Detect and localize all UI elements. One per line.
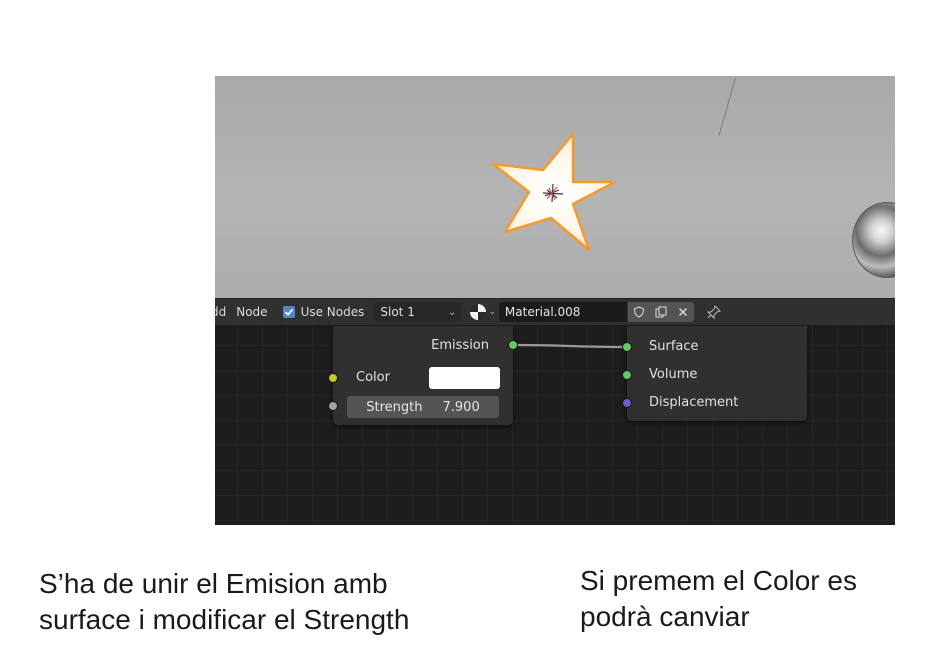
slot-dropdown[interactable]: Slot 1 ⌄ xyxy=(374,302,463,322)
color-swatch[interactable] xyxy=(429,367,500,389)
unlink-x-icon xyxy=(678,307,687,317)
emission-output-socket[interactable] xyxy=(508,340,518,350)
emission-node[interactable]: Emission Color Strength 7.900 xyxy=(328,326,518,425)
checkbox-icon xyxy=(284,308,293,316)
caption-right-line1: Si premem el Color es xyxy=(580,565,857,596)
displacement-input-socket[interactable] xyxy=(622,398,632,408)
volume-label: Volume xyxy=(649,367,698,382)
hdri-sphere xyxy=(852,202,895,278)
duplicate-icon xyxy=(655,306,667,318)
unlink-material-button[interactable] xyxy=(671,302,694,322)
background-line xyxy=(718,77,736,136)
slot-value: Slot 1 xyxy=(380,305,415,319)
strength-label: Strength xyxy=(366,399,423,415)
node-editor-header: dd Node Use Nodes Slot 1 ⌄ ⌄ Material.00… xyxy=(215,298,895,326)
color-input-socket[interactable] xyxy=(328,373,338,383)
emission-output-label: Emission xyxy=(431,338,489,353)
browse-material-button[interactable]: ⌄ xyxy=(470,304,496,320)
caption-left: S’ha de unir el Emision amb surface i mo… xyxy=(39,566,509,638)
fake-user-shield-icon xyxy=(633,306,644,318)
caption-left-line1: S’ha de unir el Emision amb xyxy=(39,568,388,599)
add-menu[interactable]: dd xyxy=(215,305,231,319)
pin-icon[interactable] xyxy=(706,304,722,320)
volume-input-socket[interactable] xyxy=(622,370,632,380)
caption-left-line2: surface i modificar el Strength xyxy=(39,604,410,635)
use-nodes-checkbox[interactable] xyxy=(282,306,295,318)
star-light-object[interactable] xyxy=(485,126,625,266)
use-nodes-label: Use Nodes xyxy=(300,305,365,319)
material-name-field[interactable]: Material.008 xyxy=(498,302,627,322)
caption-right: Si premem el Color es podrà canviar xyxy=(580,563,920,635)
new-material-button[interactable] xyxy=(649,302,672,322)
chevron-down-icon: ⌄ xyxy=(447,306,457,318)
displacement-label: Displacement xyxy=(649,395,739,410)
strength-input-socket[interactable] xyxy=(328,401,338,411)
shading-ball-icon xyxy=(470,304,487,320)
strength-value: 7.900 xyxy=(442,399,480,415)
fake-user-button[interactable] xyxy=(627,302,650,322)
3d-viewport[interactable] xyxy=(215,76,895,298)
surface-input-socket[interactable] xyxy=(622,342,632,352)
node-menu[interactable]: Node xyxy=(231,305,272,319)
material-output-node[interactable]: Surface Volume Displacement xyxy=(622,326,807,421)
color-label: Color xyxy=(356,370,390,385)
surface-label: Surface xyxy=(649,339,699,354)
strength-field[interactable]: Strength 7.900 xyxy=(347,396,499,418)
chevron-down-icon: ⌄ xyxy=(488,307,496,317)
caption-right-line2: podrà canviar xyxy=(580,601,750,632)
node-editor-canvas[interactable]: Emission Color Strength 7.900 Surface Vo… xyxy=(215,326,895,525)
blender-screenshot: dd Node Use Nodes Slot 1 ⌄ ⌄ Material.00… xyxy=(215,76,895,525)
